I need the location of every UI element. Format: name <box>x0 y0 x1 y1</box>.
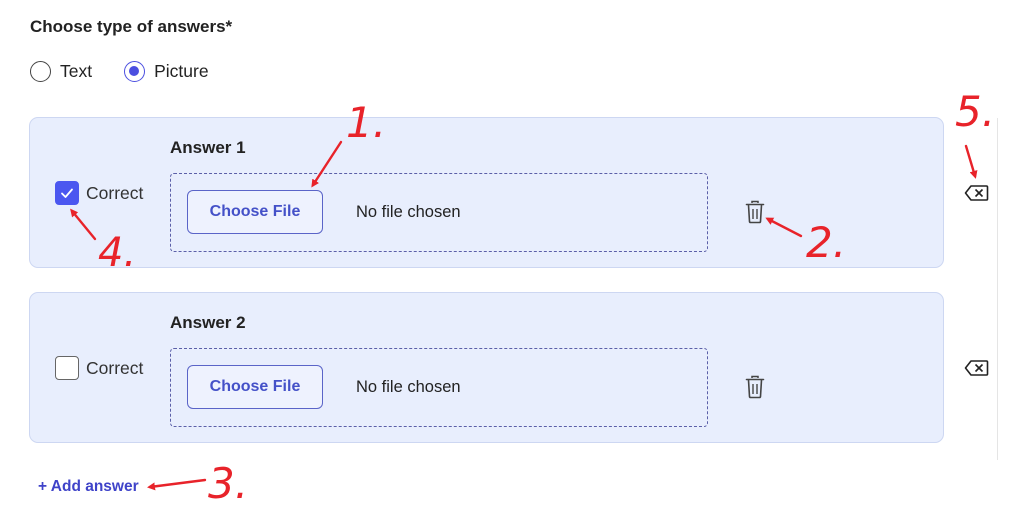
annotation-arrow-5 <box>964 144 978 179</box>
answer-title-1: Answer 1 <box>170 138 246 157</box>
answer-type-label: Choose type of answers* <box>30 17 233 36</box>
annotation-label-5: 5. <box>955 87 995 136</box>
add-answer-link[interactable]: + Add answer <box>38 478 139 496</box>
annotation-label-3: 3. <box>208 459 248 508</box>
correct-label-2: Correct <box>86 357 144 378</box>
choose-file-button-2[interactable]: Choose File <box>187 365 323 409</box>
check-icon <box>61 188 73 198</box>
backspace-icon[interactable] <box>964 184 989 202</box>
file-status-1: No file chosen <box>356 203 461 221</box>
correct-checkbox-2[interactable] <box>55 356 79 380</box>
annotation-arrow-3 <box>147 478 207 491</box>
answer-card-2: Correct Answer 2 Choose File No file cho… <box>29 292 944 443</box>
trash-icon[interactable] <box>744 375 766 399</box>
correct-label-1: Correct <box>86 182 144 203</box>
radio-option-text[interactable]: Text <box>30 61 92 82</box>
radio-text-label: Text <box>60 61 93 81</box>
file-status-2: No file chosen <box>356 378 461 396</box>
backspace-icon[interactable] <box>964 359 989 377</box>
radio-option-picture[interactable]: Picture <box>124 61 209 82</box>
radio-picture-label: Picture <box>154 61 209 81</box>
correct-toggle-2[interactable]: Correct <box>55 356 143 380</box>
right-divider <box>997 118 998 460</box>
correct-checkbox-1[interactable] <box>55 181 79 205</box>
radio-picture-circle[interactable] <box>124 61 146 82</box>
radio-text-circle[interactable] <box>30 61 51 82</box>
answer-card-1: Correct Answer 1 Choose File No file cho… <box>29 117 944 268</box>
answer-type-radio-group: Text Picture <box>30 61 209 82</box>
trash-icon[interactable] <box>744 200 766 224</box>
file-dropzone-2[interactable]: Choose File No file chosen <box>170 348 708 427</box>
correct-toggle-1[interactable]: Correct <box>55 181 143 205</box>
answer-title-2: Answer 2 <box>170 313 246 332</box>
file-dropzone-1[interactable]: Choose File No file chosen <box>170 173 708 252</box>
choose-file-button-1[interactable]: Choose File <box>187 190 323 234</box>
